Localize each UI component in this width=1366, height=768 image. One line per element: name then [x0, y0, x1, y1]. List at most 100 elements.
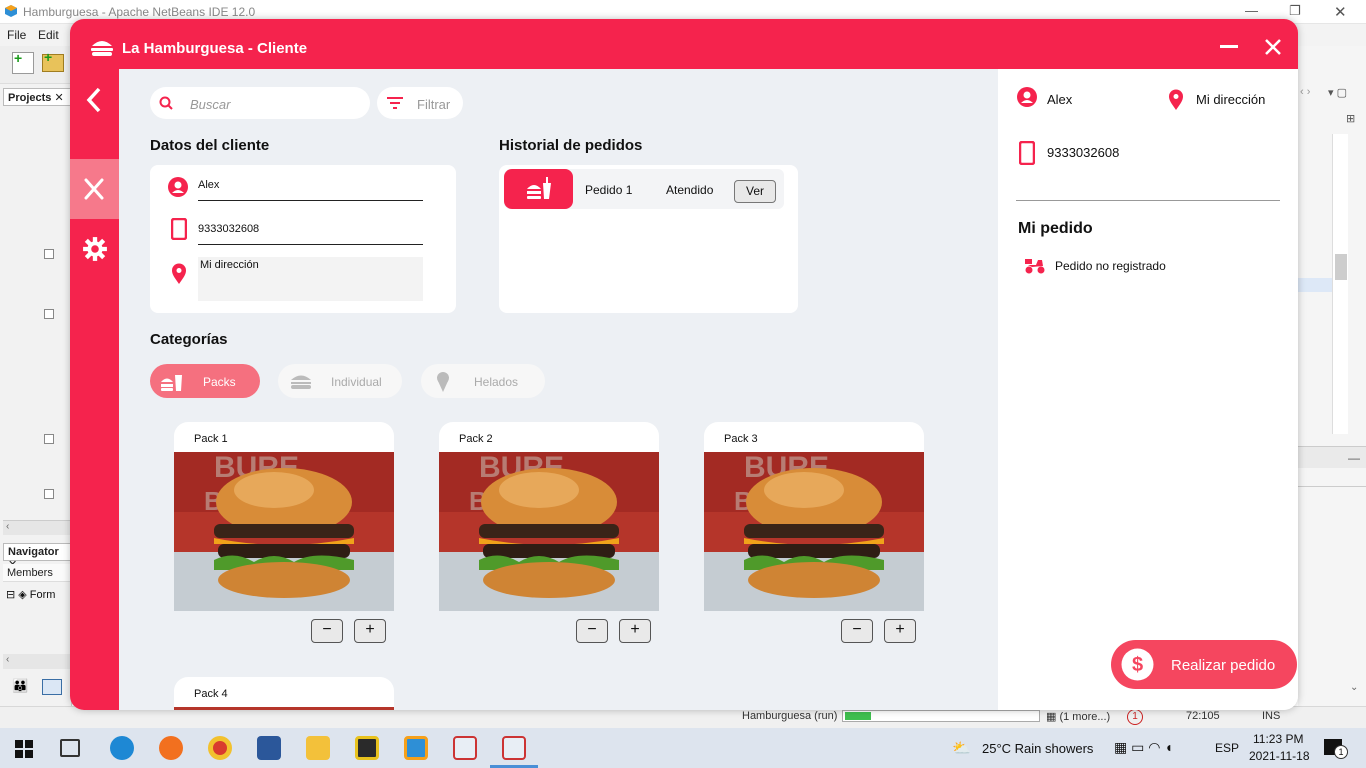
new-project-icon[interactable]: +	[42, 49, 64, 72]
close-icon[interactable]	[1264, 38, 1282, 56]
category-individual[interactable]: Individual	[278, 364, 402, 398]
java-app-icon-active[interactable]	[502, 736, 526, 760]
view-order-button[interactable]: Ver	[734, 180, 776, 203]
word-icon[interactable]	[257, 736, 281, 760]
projects-tab-label: Projects	[8, 92, 52, 104]
tree-expander[interactable]	[44, 249, 54, 259]
filter-icon	[387, 97, 403, 109]
java-app-icon[interactable]	[453, 736, 477, 760]
windows-taskbar: ⛅ 25°C Rain showers ▦ ▭ ◠ ◖ ESP 11:23 PM…	[0, 728, 1366, 768]
action-center-icon[interactable]: 1	[1324, 739, 1348, 759]
split-editor-icon[interactable]: ⊞	[1346, 112, 1355, 125]
history-order-status: Atendido	[666, 183, 714, 197]
menu-edit[interactable]: Edit	[38, 28, 59, 42]
file-explorer-icon[interactable]	[306, 736, 330, 760]
restore-window-icon[interactable]: ❐	[1289, 3, 1301, 19]
product-card[interactable]: Pack 4	[174, 677, 394, 710]
panel-divider	[1016, 200, 1280, 201]
input-language[interactable]: ESP	[1215, 741, 1239, 755]
editor-scroll-thumb[interactable]	[1335, 254, 1347, 280]
nav-down-icon[interactable]: ▾ ▢	[1328, 86, 1347, 99]
order-panel: Alex Mi dirección 9333032608 Mi pedido P…	[998, 69, 1298, 710]
navigator-form-node[interactable]: ⊟ ◈ Form	[6, 588, 55, 601]
clock-time[interactable]: 11:23 PM	[1253, 732, 1303, 746]
scroll-down-icon[interactable]: ⌄	[1350, 682, 1358, 693]
minimize-icon[interactable]	[1220, 45, 1238, 48]
system-tray-icons[interactable]: ▦ ▭ ◠ ◖	[1114, 739, 1173, 756]
app-sidebar	[70, 69, 119, 710]
caret-position: 72:105	[1186, 710, 1220, 722]
checkout-button[interactable]: $ Realizar pedido	[1111, 640, 1297, 689]
more-tasks[interactable]: ▦ (1 more...)	[1046, 710, 1110, 723]
increase-button[interactable]: +	[619, 619, 651, 643]
categories-title: Categorías	[150, 331, 228, 348]
edge-icon[interactable]	[110, 736, 134, 760]
clock-date[interactable]: 2021-11-18	[1249, 749, 1310, 763]
output-minimize-bar[interactable]: —	[1298, 446, 1366, 468]
increase-button[interactable]: +	[354, 619, 386, 643]
search-box[interactable]: Buscar	[150, 87, 370, 119]
decrease-button[interactable]: −	[311, 619, 343, 643]
insert-mode: INS	[1262, 710, 1281, 722]
run-progress-fill	[845, 712, 871, 720]
user-icon	[1017, 87, 1037, 107]
category-packs[interactable]: Packs	[150, 364, 260, 398]
close-window-icon[interactable]: ✕	[1334, 3, 1347, 21]
history-order-label: Pedido 1	[585, 183, 633, 197]
horizontal-scrollbar[interactable]: ‹	[3, 520, 71, 535]
fast-food-icon	[527, 177, 551, 199]
client-name-field[interactable]: Alex	[198, 179, 219, 191]
burger-photo-illustration: BURE BURGER	[704, 452, 924, 611]
checkout-label: Realizar pedido	[1171, 657, 1276, 674]
navigator-tab[interactable]: Navigator ✕	[3, 543, 71, 571]
members-view-icon[interactable]: 👪	[12, 678, 32, 696]
burger-photo: BURE BURGER	[174, 452, 394, 611]
menu-nav-item[interactable]	[70, 159, 119, 219]
netbeans-taskbar-icon[interactable]	[404, 736, 428, 760]
tree-expander[interactable]	[44, 489, 54, 499]
burger-logo-icon	[91, 41, 113, 56]
category-helados[interactable]: Helados	[421, 364, 545, 398]
hierarchy-view-icon[interactable]	[42, 679, 62, 695]
selected-line-marker	[1298, 278, 1332, 292]
pdf-app-icon[interactable]	[355, 736, 379, 760]
filter-button[interactable]: Filtrar	[377, 87, 463, 119]
weather-icon: ⛅	[952, 740, 971, 757]
task-view-icon[interactable]	[60, 739, 80, 757]
projects-tab[interactable]: Projects ✕	[3, 88, 71, 106]
delivery-scooter-icon	[1025, 259, 1045, 274]
client-data-card: Alex 9333032608 Mi dirección	[150, 165, 456, 313]
gear-icon[interactable]	[82, 236, 108, 262]
history-card: Pedido 1 Atendido Ver	[499, 165, 798, 313]
navigator-scrollbar[interactable]: ‹	[3, 654, 71, 669]
increase-button[interactable]: +	[884, 619, 916, 643]
back-arrow-icon[interactable]	[84, 86, 104, 114]
decrease-button[interactable]: −	[576, 619, 608, 643]
app-header: La Hamburguesa - Cliente	[70, 19, 1298, 69]
address-textarea[interactable]: Mi dirección	[198, 257, 423, 301]
tree-expander[interactable]	[44, 309, 54, 319]
location-pin-icon	[172, 263, 186, 284]
client-address-field[interactable]: Mi dirección	[200, 259, 259, 271]
search-placeholder[interactable]: Buscar	[190, 97, 230, 112]
menu-file[interactable]: File	[7, 28, 26, 42]
minimize-window-icon[interactable]: —	[1245, 3, 1258, 18]
new-file-icon[interactable]: +	[12, 50, 34, 74]
category-individual-label: Individual	[331, 375, 382, 389]
tree-expander[interactable]	[44, 434, 54, 444]
burger-photo	[174, 707, 394, 710]
firefox-icon[interactable]	[159, 736, 183, 760]
history-row-badge	[504, 169, 573, 209]
run-status: Hamburguesa (run)	[742, 710, 838, 722]
order-status-text: Pedido no registrado	[1055, 259, 1166, 273]
weather-text[interactable]: 25°C Rain showers	[982, 741, 1093, 756]
notifications-badge[interactable]: 1	[1127, 709, 1143, 725]
nav-back-icon[interactable]: ‹ ›	[1300, 86, 1310, 98]
chrome-icon[interactable]	[208, 736, 232, 760]
decrease-button[interactable]: −	[841, 619, 873, 643]
name-underline	[198, 200, 423, 201]
search-icon	[159, 96, 173, 110]
editor-scrollbar[interactable]	[1332, 134, 1348, 434]
client-phone-field[interactable]: 9333032608	[198, 223, 259, 235]
windows-start-icon[interactable]	[15, 740, 33, 758]
